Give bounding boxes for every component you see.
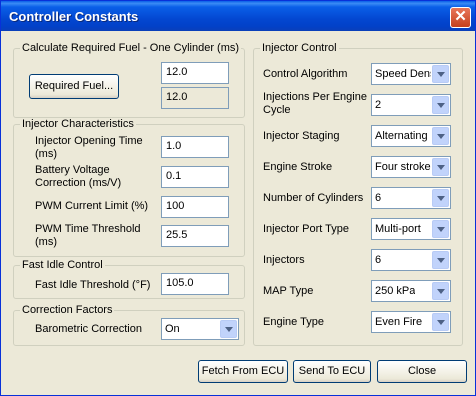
control-algorithm-value: Speed Density xyxy=(375,68,431,80)
engine-stroke-label: Engine Stroke xyxy=(263,161,333,173)
pwm-current-limit-input[interactable]: 100 xyxy=(161,196,229,218)
injectors-select[interactable]: 6 xyxy=(371,249,451,271)
close-icon: ✕ xyxy=(454,8,467,25)
fast-idle-group-label: Fast Idle Control xyxy=(20,259,105,271)
required-fuel-computed: 12.0 xyxy=(161,87,229,109)
injector-port-type-value: Multi-port xyxy=(375,223,421,235)
injector-characteristics-group-label: Injector Characteristics xyxy=(20,118,136,130)
chevron-down-icon[interactable] xyxy=(432,251,449,269)
chevron-down-icon[interactable] xyxy=(432,158,449,176)
number-of-cylinders-label: Number of Cylinders xyxy=(263,192,364,204)
injector-control-group-label: Injector Control xyxy=(260,42,339,54)
close-window-button[interactable]: ✕ xyxy=(450,7,471,28)
required-fuel-input[interactable]: 12.0 xyxy=(161,62,229,84)
chevron-down-icon[interactable] xyxy=(432,65,449,83)
injections-per-cycle-select[interactable]: 2 xyxy=(371,94,451,116)
map-type-value: 250 kPa xyxy=(375,285,416,297)
title-bar[interactable]: Controller Constants ✕ xyxy=(1,1,475,31)
required-fuel-button[interactable]: Required Fuel... xyxy=(29,74,119,99)
injector-staging-value: Alternating xyxy=(375,130,428,142)
send-to-ecu-button[interactable]: Send To ECU xyxy=(293,360,371,383)
number-of-cylinders-select[interactable]: 6 xyxy=(371,187,451,209)
injectors-value: 6 xyxy=(375,254,382,266)
fast-idle-threshold-input[interactable]: 105.0 xyxy=(161,273,229,295)
map-type-select[interactable]: 250 kPa xyxy=(371,280,451,302)
engine-type-label: Engine Type xyxy=(263,316,324,328)
barometric-correction-value: On xyxy=(165,323,180,335)
chevron-down-icon[interactable] xyxy=(432,313,449,331)
window-title: Controller Constants xyxy=(9,9,139,24)
controller-constants-window: Controller Constants ✕ Calculate Require… xyxy=(0,0,476,396)
correction-factors-group-label: Correction Factors xyxy=(20,304,115,316)
control-algorithm-label: Control Algorithm xyxy=(263,68,348,80)
injector-staging-label: Injector Staging xyxy=(263,130,340,142)
injections-per-cycle-label: Injections Per Engine Cycle xyxy=(263,91,367,116)
pwm-time-threshold-input[interactable]: 25.5 xyxy=(161,225,229,247)
injector-opening-time-input[interactable]: 1.0 xyxy=(161,136,229,158)
engine-type-select[interactable]: Even Fire xyxy=(371,311,451,333)
chevron-down-icon[interactable] xyxy=(432,189,449,207)
chevron-down-icon[interactable] xyxy=(432,96,449,114)
injector-staging-select[interactable]: Alternating xyxy=(371,125,451,147)
engine-stroke-select[interactable]: Four stroke xyxy=(371,156,451,178)
injectors-label: Injectors xyxy=(263,254,305,266)
chevron-down-icon[interactable] xyxy=(432,127,449,145)
barometric-correction-select[interactable]: On xyxy=(161,318,239,340)
injector-port-type-select[interactable]: Multi-port xyxy=(371,218,451,240)
control-algorithm-select[interactable]: Speed Density xyxy=(371,63,451,85)
engine-type-value: Even Fire xyxy=(375,316,423,328)
chevron-down-icon[interactable] xyxy=(220,320,237,338)
pwm-current-limit-label: PWM Current Limit (%) xyxy=(35,200,149,212)
required-fuel-group-label: Calculate Required Fuel - One Cylinder (… xyxy=(20,42,242,54)
chevron-down-icon[interactable] xyxy=(432,220,449,238)
fast-idle-threshold-label: Fast Idle Threshold (°F) xyxy=(35,279,151,291)
fetch-from-ecu-button[interactable]: Fetch From ECU xyxy=(198,360,288,383)
close-button[interactable]: Close xyxy=(377,360,467,383)
injections-per-cycle-value: 2 xyxy=(375,99,382,111)
pwm-time-threshold-label: PWM Time Threshold (ms) xyxy=(35,223,141,248)
battery-voltage-correction-input[interactable]: 0.1 xyxy=(161,166,229,188)
injector-opening-time-label: Injector Opening Time (ms) xyxy=(35,135,143,160)
barometric-correction-label: Barometric Correction xyxy=(35,323,142,335)
injector-port-type-label: Injector Port Type xyxy=(263,223,350,235)
battery-voltage-correction-label: Battery Voltage Correction (ms/V) xyxy=(35,164,122,189)
engine-stroke-value: Four stroke xyxy=(375,161,431,173)
chevron-down-icon[interactable] xyxy=(432,282,449,300)
number-of-cylinders-value: 6 xyxy=(375,192,382,204)
map-type-label: MAP Type xyxy=(263,285,314,297)
